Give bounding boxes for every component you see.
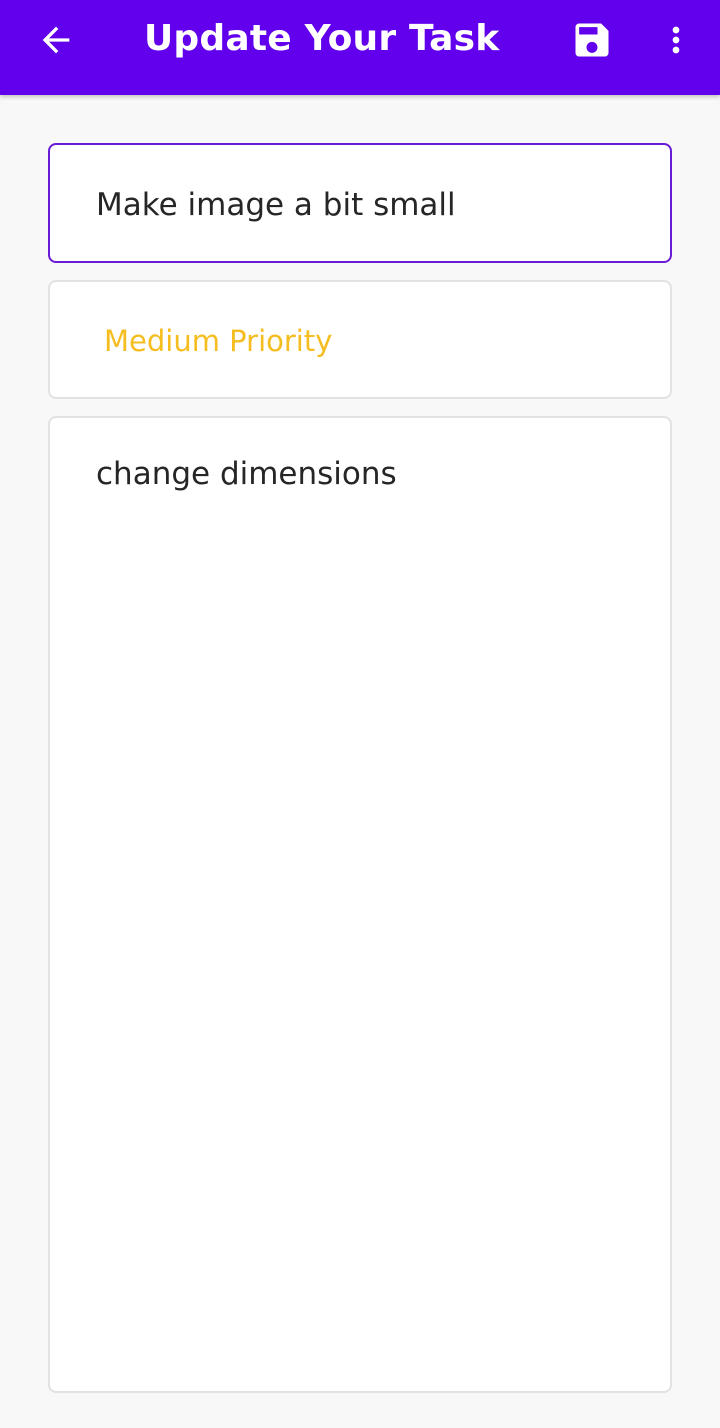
- page-title: Update Your Task: [144, 18, 500, 59]
- task-description-value: change dimensions: [96, 456, 397, 492]
- task-title-input[interactable]: Make image a bit small: [48, 143, 672, 263]
- priority-select[interactable]: Medium Priority: [48, 280, 672, 399]
- floppy-disk-icon: [575, 23, 609, 57]
- more-options-button[interactable]: [650, 10, 702, 70]
- app-bar: Update Your Task: [0, 0, 720, 95]
- back-button[interactable]: [24, 14, 88, 66]
- task-description-input[interactable]: change dimensions: [48, 416, 672, 1393]
- task-title-value: Make image a bit small: [96, 187, 456, 223]
- save-button[interactable]: [560, 10, 624, 70]
- priority-selected-value: Medium Priority: [104, 324, 333, 358]
- arrow-left-icon: [42, 26, 70, 54]
- more-vertical-icon: [672, 26, 680, 54]
